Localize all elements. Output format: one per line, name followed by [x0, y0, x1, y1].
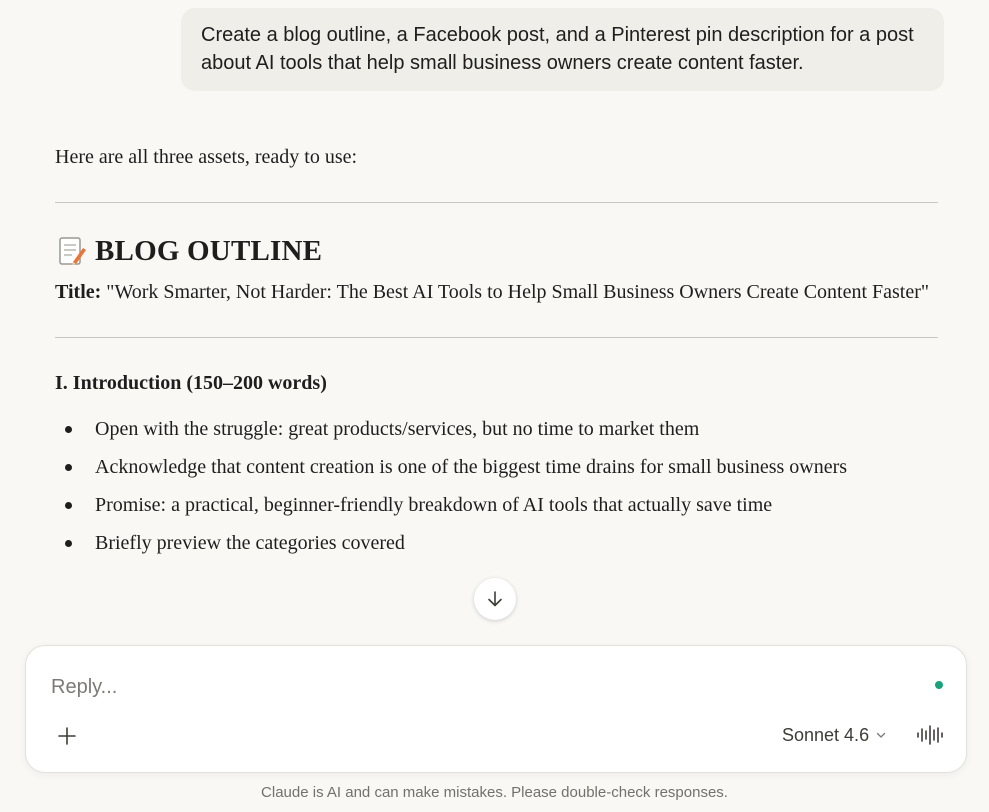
- blog-title-value: "Work Smarter, Not Harder: The Best AI T…: [101, 281, 930, 303]
- blog-title-label: Title:: [55, 281, 102, 303]
- voice-waveform-icon: [917, 725, 943, 745]
- divider: [55, 202, 938, 203]
- arrow-down-icon: [488, 591, 502, 607]
- reply-input[interactable]: [51, 672, 911, 702]
- disclaimer-text: Claude is AI and can make mistakes. Plea…: [261, 784, 728, 801]
- list-item: Acknowledge that content creation is one…: [55, 450, 938, 484]
- plus-icon: [58, 727, 76, 745]
- voice-input-button[interactable]: [915, 722, 945, 748]
- list-item: Promise: a practical, beginner-friendly …: [55, 488, 938, 522]
- status-dot: [935, 681, 943, 689]
- memo-icon: [55, 235, 87, 267]
- scroll-to-bottom-button[interactable]: [474, 578, 516, 620]
- chat-page: Create a blog outline, a Facebook post, …: [0, 0, 989, 812]
- user-message-bubble: Create a blog outline, a Facebook post, …: [181, 8, 944, 91]
- list-item: Open with the struggle: great products/s…: [55, 412, 938, 446]
- blog-outline-heading-text: BLOG OUTLINE: [95, 235, 323, 267]
- blog-outline-heading: BLOG OUTLINE: [55, 233, 938, 269]
- divider: [55, 337, 938, 338]
- chevron-down-icon: [876, 732, 886, 738]
- response-intro: Here are all three assets, ready to use:: [55, 146, 358, 168]
- add-attachment-button[interactable]: [54, 723, 80, 749]
- section-heading-introduction: I. Introduction (150–200 words): [55, 372, 327, 394]
- message-composer: Sonnet 4.6: [25, 645, 967, 773]
- list-item: Briefly preview the categories covered: [55, 526, 938, 560]
- introduction-bullet-list: Open with the struggle: great products/s…: [55, 412, 938, 560]
- user-message-text: Create a blog outline, a Facebook post, …: [201, 24, 914, 74]
- assistant-response: Here are all three assets, ready to use:…: [55, 140, 938, 564]
- model-selector[interactable]: Sonnet 4.6: [782, 722, 887, 748]
- model-selector-label: Sonnet 4.6: [782, 724, 870, 745]
- blog-title-line: Title: "Work Smarter, Not Harder: The Be…: [55, 277, 938, 307]
